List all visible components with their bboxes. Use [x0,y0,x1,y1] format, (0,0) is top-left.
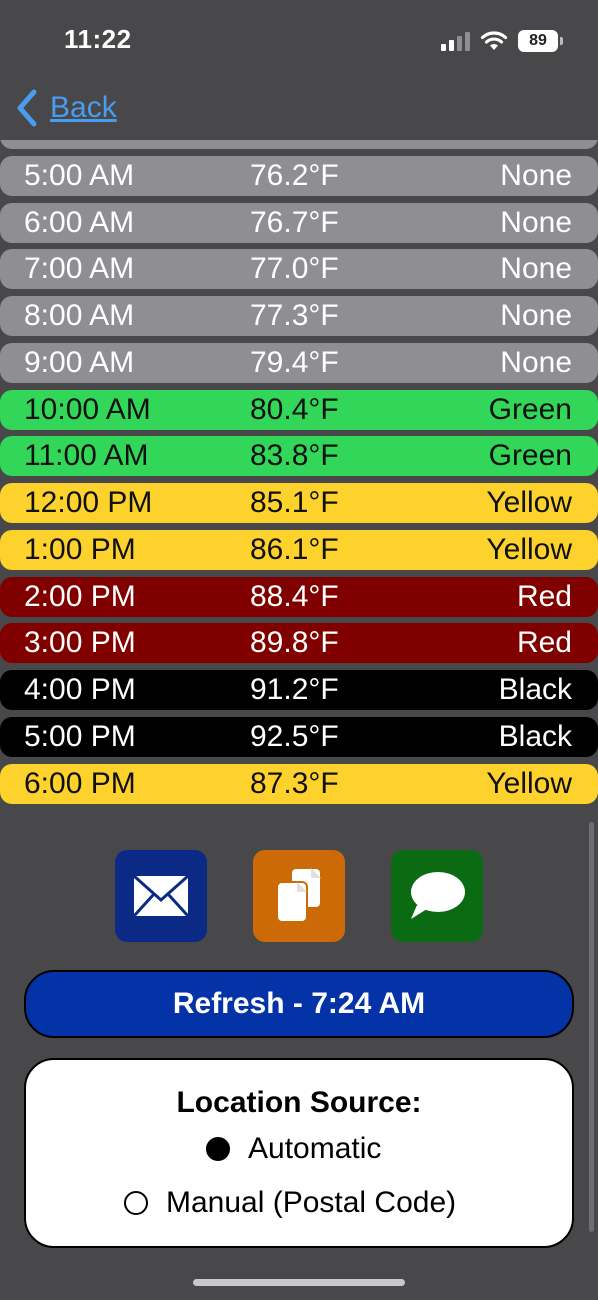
forecast-time: 5:00 AM [24,158,135,192]
status-icons: 89 [441,26,563,56]
forecast-temp: 86.1°F [250,532,339,566]
envelope-icon [132,874,190,918]
forecast-temp: 89.8°F [250,626,339,660]
forecast-row: 11:00 AM 83.8°F Green [0,436,598,477]
wifi-icon [480,31,508,50]
chevron-left-icon [17,89,37,127]
forecast-row: 6:00 PM 87.3°F Yellow [0,763,598,804]
back-label: Back [50,91,117,124]
forecast-row: 3:00 PM 89.8°F Red [0,623,598,664]
forecast-temp: 77.3°F [250,299,339,332]
radio-unselected-icon [124,1191,148,1215]
forecast-time: 6:00 AM [24,205,135,239]
forecast-row: 1:00 PM 86.1°F Yellow [0,529,598,570]
forecast-time: 10:00 AM [24,392,151,426]
forecast-row: 8:00 AM 77.3°F None [0,296,598,336]
forecast-temp: 91.2°F [250,673,339,706]
forecast-row: 5:00 PM 92.5°F Black [0,716,598,757]
manual-option-label: Manual (Postal Code) [166,1186,457,1219]
forecast-time: 1:00 PM [24,532,136,566]
forecast-row: 6:00 AM 76.7°F None [0,202,598,243]
forecast-risk: Black [498,719,572,753]
forecast-time: 5:00 PM [24,719,136,753]
location-source-title: Location Source: [176,1086,422,1119]
copy-button[interactable] [253,850,345,942]
forecast-row: 4:00 PM 91.2°F Black [0,670,598,710]
speech-bubble-icon [411,872,465,919]
forecast-time: 3:00 PM [24,626,136,660]
forecast-time: 7:00 AM [24,252,135,286]
forecast-risk: Black [498,673,572,706]
forecast-risk: Yellow [486,532,572,566]
forecast-time: 4:00 PM [24,673,136,706]
forecast-risk: Green [488,392,572,426]
forecast-time: 11:00 AM [24,439,149,473]
forecast-risk: None [500,158,572,192]
forecast-temp: 79.4°F [250,345,339,379]
refresh-button[interactable]: Refresh - 7:24 AM [24,970,574,1038]
forecast-temp: 76.7°F [250,205,339,239]
forecast-risk: None [500,345,572,379]
forecast-risk: Green [488,439,572,473]
forecast-temp: 76.0°F [250,140,339,145]
forecast-risk: Red [516,626,572,660]
battery-level: 89 [529,32,547,49]
forecast-row: 7:00 AM 77.0°F None [0,249,598,290]
forecast-row: 2:00 PM 88.4°F Red [0,576,598,617]
message-share-button[interactable] [391,850,483,942]
back-button[interactable]: Back [12,86,117,130]
forecast-rows: 4:00 AM76.0°FNone5:00 AM76.2°FNone6:00 A… [0,140,598,810]
forecast-time: 4:00 AM [24,140,134,145]
forecast-time: 9:00 AM [24,345,135,379]
share-actions [0,850,598,944]
forecast-temp: 85.1°F [250,486,339,519]
forecast-risk: None [500,299,572,332]
forecast-temp: 88.4°F [250,579,339,613]
cellular-signal-icon [441,31,470,51]
status-bar: 11:22 89 [0,0,598,80]
nav-bar: Back [0,80,598,136]
forecast-risk: Yellow [486,766,572,800]
forecast-temp: 87.3°F [250,766,339,800]
radio-selected-icon [206,1137,230,1161]
forecast-row: 9:00 AM 79.4°F None [0,342,598,383]
forecast-risk: None [500,140,572,145]
forecast-risk: None [500,205,572,239]
forecast-row: 10:00 AM 80.4°F Green [0,389,598,430]
forecast-risk: Yellow [486,486,572,519]
status-time: 11:22 [64,24,132,54]
location-source-card: Location Source: Automatic Manual (Posta… [24,1058,574,1248]
forecast-time: 8:00 AM [24,299,135,332]
forecast-time: 6:00 PM [24,766,136,800]
manual-postal-code-option[interactable]: Manual (Postal Code) [124,1186,456,1220]
forecast-risk: Red [516,579,572,613]
forecast-temp: 77.0°F [250,252,339,286]
forecast-row: 12:00 PM 85.1°F Yellow [0,483,598,523]
forecast-list[interactable]: 4:00 AM76.0°FNone5:00 AM76.2°FNone6:00 A… [0,140,598,820]
home-indicator[interactable] [193,1279,405,1286]
copy-documents-icon [276,867,322,923]
automatic-option-label: Automatic [248,1132,382,1165]
forecast-temp: 92.5°F [250,719,339,753]
email-share-button[interactable] [115,850,207,942]
forecast-temp: 83.8°F [250,439,339,473]
forecast-time: 2:00 PM [24,579,136,613]
automatic-location-option[interactable]: Automatic [206,1132,381,1166]
forecast-temp: 80.4°F [250,392,339,426]
forecast-time: 12:00 PM [24,486,153,519]
forecast-row: 4:00 AM 76.0°F None [0,140,598,149]
forecast-temp: 76.2°F [250,158,339,192]
forecast-risk: None [500,252,572,286]
battery-icon: 89 [518,30,563,52]
forecast-row: 5:00 AM 76.2°F None [0,155,598,196]
